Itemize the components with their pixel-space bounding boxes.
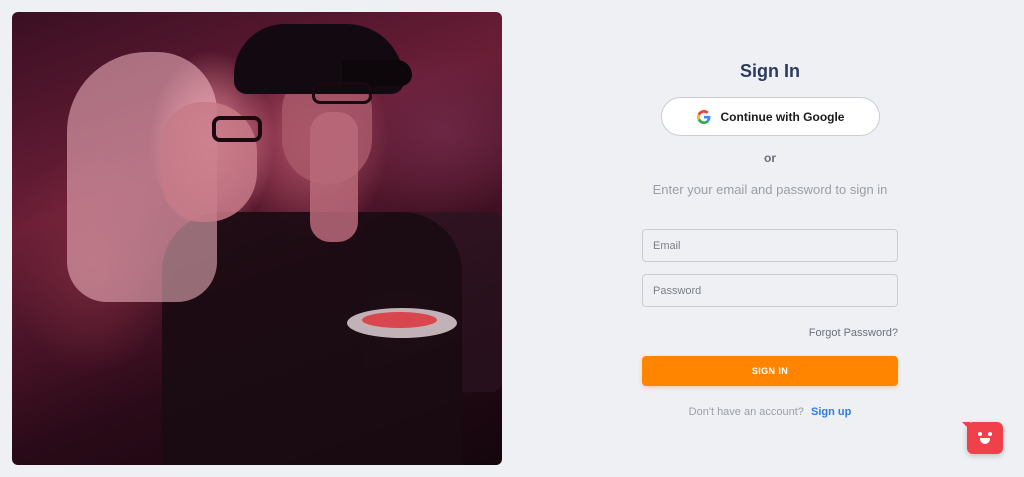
signin-panel: Sign In Continue with Google or Enter yo… [502,0,1024,477]
google-signin-button[interactable]: Continue with Google [661,97,880,136]
google-g-icon [696,109,710,124]
page-title: Sign In [740,61,800,81]
photo-woman-glasses [212,116,262,142]
photo-man-glasses [312,82,372,104]
signin-subtitle: Enter your email and password to sign in [652,182,888,197]
signup-link[interactable]: Sign up [811,406,851,418]
chat-bot-icon[interactable] [962,422,1003,454]
no-account-text: Don't have an account? [688,406,804,418]
signin-button[interactable]: SIGN IN [642,356,898,386]
google-button-label: Continue with Google [720,109,845,124]
forgot-password-link[interactable]: Forgot Password? [642,327,898,339]
photo-hand [310,112,358,242]
signup-row: Don't have an account? Sign up [502,406,1024,418]
chat-eye-left [978,432,982,436]
chat-eye-right [988,432,992,436]
photo-food [362,312,437,328]
chat-mouth [980,438,990,444]
signin-page: Sign In Continue with Google or Enter yo… [0,0,1024,477]
password-field[interactable] [642,274,898,307]
hero-photo [12,12,502,465]
or-divider: or [764,151,776,165]
email-field[interactable] [642,229,898,262]
